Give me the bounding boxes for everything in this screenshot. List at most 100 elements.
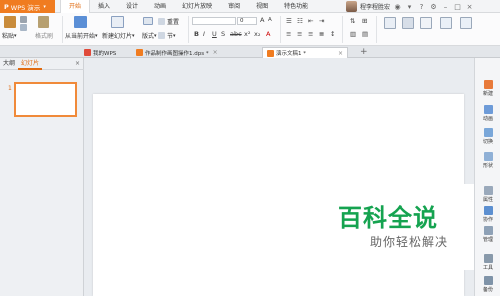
select-button[interactable] [460,17,472,29]
font-size-field[interactable]: 0 [237,17,257,25]
bullet-list-icon[interactable]: ☰ [286,17,292,25]
section-button[interactable]: 节 ▾ [158,31,176,40]
sidebar-item-manage[interactable]: 管理 [475,226,500,243]
from-current-label: 从当前开始 [65,33,96,40]
align-text-icon[interactable]: ⊞ [362,17,367,25]
format-painter-button[interactable]: 格式刷 [35,31,53,40]
sidebar-item-new[interactable]: 新建 [475,80,500,97]
grow-font-icon[interactable]: A [260,16,264,24]
numbered-list-icon[interactable]: ☷ [297,17,303,25]
underline-icon[interactable]: U [212,30,217,38]
slide-thumbnail[interactable] [14,82,77,117]
font-color-icon[interactable]: A [266,30,270,38]
add-tab-icon[interactable]: + [360,47,368,57]
strikethrough-icon[interactable]: abc [230,30,242,38]
format-painter-icon-button[interactable] [38,16,49,28]
copy-button[interactable] [20,24,27,31]
sidebar-item-label: 动画 [482,116,493,122]
skin-icon[interactable]: ◉ [393,2,402,11]
layout-button[interactable]: 版式 ▾ [142,31,157,41]
sidebar-item-label: 工具 [482,265,493,271]
tab-view[interactable]: 视图 [248,0,276,13]
text-direction-icon[interactable]: ⇅ [350,17,355,25]
align-center-icon[interactable]: ≡ [297,30,302,38]
wps-logo-icon: P [4,2,9,11]
paste-button[interactable] [4,16,16,28]
paste-label-button[interactable]: 粘贴 ▾ [2,31,17,41]
convert-smartart-icon[interactable]: ▤ [362,30,368,38]
close-icon[interactable]: × [465,2,474,11]
close-icon[interactable]: × [213,49,218,56]
shrink-font-icon[interactable]: A [268,17,272,23]
shapes-icon [483,152,493,161]
presentation-file-icon [267,49,274,57]
minimize-icon[interactable]: – [441,2,450,11]
new-slide-label: 新建幻灯片 [102,33,133,40]
doc-tab-my-wps[interactable]: 我的WPS [80,47,120,58]
tab-home[interactable]: 开始 [60,0,91,13]
increase-indent-icon[interactable]: ⇥ [319,17,324,25]
settings-icon[interactable]: ⚙ [429,2,438,11]
panel-tabs: 大纲 幻灯片 [0,58,84,70]
user-area: 程李程胜宏 ◉ ▾ ? ⚙ – □ × [346,0,474,13]
app-name: WPS 演示 [10,3,41,12]
layout-icon-button[interactable] [143,17,153,25]
cut-button[interactable] [20,16,27,23]
find-button[interactable] [440,17,452,29]
subscript-icon[interactable]: x₂ [254,30,260,38]
quick-style-button[interactable] [420,17,432,29]
sidebar-item-properties[interactable]: 属性 [475,186,500,203]
maximize-icon[interactable]: □ [453,2,462,11]
user-name[interactable]: 程李程胜宏 [360,2,390,11]
close-icon[interactable]: × [338,50,343,57]
tab-slideshow[interactable]: 幻灯片放映 [174,0,220,13]
sidebar-item-shapes[interactable]: 形状 [475,152,500,169]
align-right-icon[interactable]: ≡ [308,30,313,38]
watermark-subtitle: 助你轻松解决 [370,235,449,249]
shapes-icon [384,17,396,29]
decrease-indent-icon[interactable]: ⇤ [308,17,313,25]
new-slide-icon-button[interactable] [111,16,124,28]
close-icon[interactable]: × [75,60,80,67]
app-menu-button[interactable]: P WPS 演示 ▾ [0,0,55,13]
bold-icon[interactable]: B [194,30,199,38]
arrange-icon [402,17,414,29]
italic-icon[interactable]: I [203,30,205,38]
tab-insert[interactable]: 插入 [90,0,118,13]
doc-tab-active[interactable]: 演示文稿1 * × [262,47,349,58]
sidebar-item-animation[interactable]: 动画 [475,105,500,122]
chevron-down-icon[interactable]: ▾ [405,2,414,11]
sidebar-item-transition[interactable]: 切换 [475,128,500,145]
doc-tab-file-1[interactable]: 作品制作画图操作1.dps * × [132,47,222,58]
tab-special[interactable]: 特色功能 [276,0,316,13]
shapes-button[interactable] [384,17,396,29]
superscript-icon[interactable]: x² [244,30,250,38]
tab-outline[interactable]: 大纲 [0,58,18,70]
reset-icon [158,18,165,25]
sidebar-item-tools[interactable]: 工具 [475,254,500,271]
sidebar-item-label: 备份 [482,287,493,293]
justify-icon[interactable]: ≣ [319,30,324,38]
columns-icon[interactable]: ▥ [350,30,356,38]
arrange-button[interactable] [402,17,414,29]
sidebar-item-collaborate[interactable]: 协作 [475,206,500,223]
section-icon [158,32,165,39]
tab-design[interactable]: 设计 [118,0,146,13]
sidebar-item-backup[interactable]: 备份 [475,276,500,293]
tab-slides[interactable]: 幻灯片 [18,58,43,70]
tab-animation[interactable]: 动画 [146,0,174,13]
line-spacing-icon[interactable]: ↕ [330,30,335,38]
from-current-button[interactable]: 从当前开始 ▾ [65,31,98,41]
font-family-field[interactable] [192,17,236,25]
tab-review[interactable]: 审阅 [220,0,248,13]
manage-icon [483,226,493,235]
play-from-current-icon-button[interactable] [74,16,87,28]
reset-label: 重置 [167,19,180,26]
align-left-icon[interactable]: ≡ [286,30,291,38]
help-icon[interactable]: ? [417,2,426,11]
new-slide-button[interactable]: 新建幻灯片 ▾ [102,31,135,41]
reset-button[interactable]: 重置 [158,17,179,26]
avatar[interactable] [346,1,357,12]
shadow-icon[interactable]: S [221,30,225,38]
wps-home-icon [84,49,91,56]
